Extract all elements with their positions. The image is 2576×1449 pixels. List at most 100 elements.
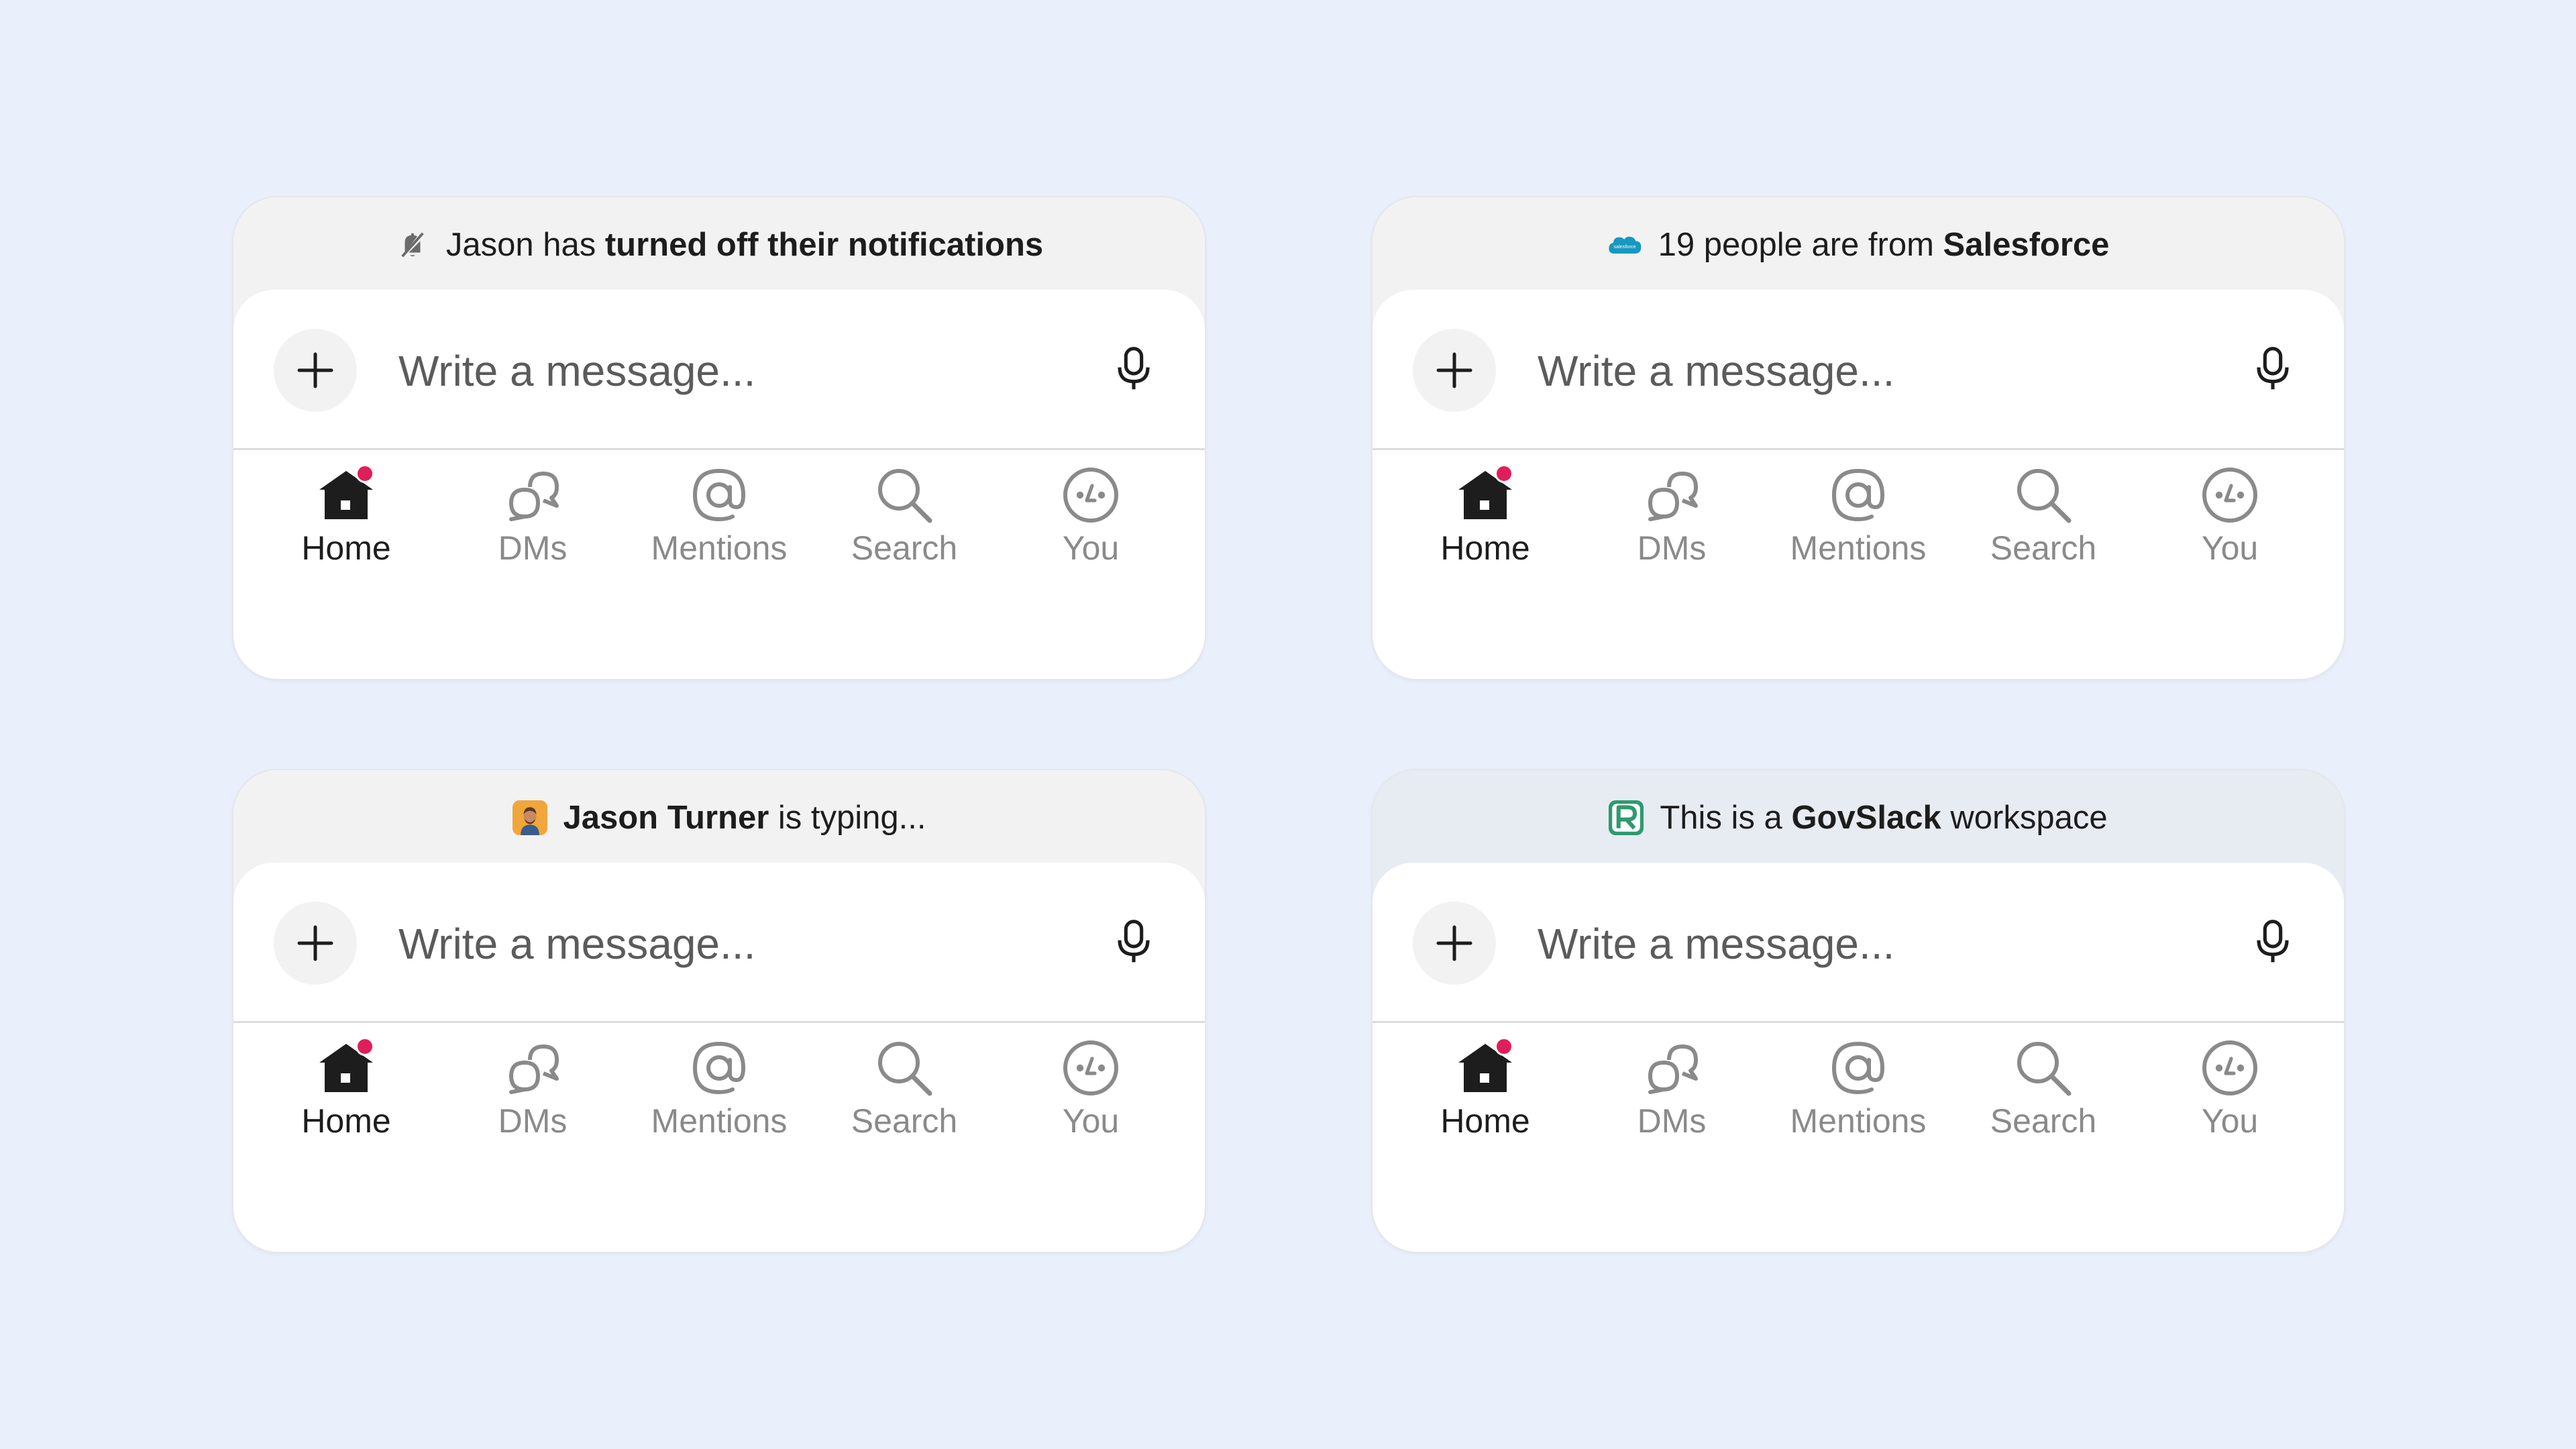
add-attachment-button[interactable]: [1413, 329, 1496, 412]
tab-search[interactable]: Search: [1963, 1030, 2124, 1165]
at-sign-icon: [687, 1036, 751, 1100]
tab-label: Search: [851, 1102, 958, 1140]
search-icon: [872, 463, 936, 527]
at-sign-icon: [1826, 1036, 1890, 1100]
dms-icon: [500, 1036, 565, 1100]
tab-bar: Home DMs Mentions Search You: [233, 458, 1205, 592]
tab-label: Search: [1990, 529, 2097, 567]
tab-mentions[interactable]: Mentions: [639, 458, 800, 592]
microphone-button[interactable]: [2246, 915, 2300, 969]
tab-you[interactable]: You: [1010, 458, 1171, 592]
tab-search[interactable]: Search: [1963, 458, 2124, 592]
banner-text-pre: This is a: [1660, 800, 1792, 836]
message-input[interactable]: [398, 341, 935, 401]
tab-label: Home: [301, 529, 391, 567]
message-input[interactable]: [1538, 341, 2074, 401]
composer-card-notifications-off: Jason has turned off their notifications…: [232, 196, 1206, 680]
tab-label: Home: [1440, 1102, 1530, 1140]
banner-text-pre: 19 people are from: [1658, 227, 1943, 263]
tab-you[interactable]: You: [1010, 1030, 1171, 1165]
home-icon: [1453, 463, 1517, 527]
tab-home[interactable]: Home: [1405, 1030, 1566, 1165]
composer-card-salesforce: salesforce 19 people are from Salesforce…: [1371, 196, 2345, 680]
notification-badge: [356, 1037, 374, 1056]
tab-label: DMs: [1637, 1102, 1707, 1140]
tab-dms[interactable]: DMs: [1591, 1030, 1752, 1165]
composer-card-govslack: This is a GovSlack workspace Home DMs Me…: [1371, 769, 2345, 1253]
tab-dms[interactable]: DMs: [1591, 458, 1752, 592]
plus-icon: [1436, 352, 1472, 388]
tab-you[interactable]: You: [2149, 458, 2310, 592]
tab-dms[interactable]: DMs: [452, 1030, 613, 1165]
notifications-off-icon: [395, 227, 430, 262]
microphone-icon: [1118, 920, 1150, 963]
banner-text-post: is typing...: [769, 800, 926, 836]
add-attachment-button[interactable]: [274, 329, 357, 412]
microphone-button[interactable]: [2246, 342, 2300, 396]
tab-label: DMs: [498, 529, 568, 567]
you-face-icon: [2198, 463, 2262, 527]
home-icon: [314, 1036, 378, 1100]
tab-home[interactable]: Home: [1405, 458, 1566, 592]
message-composer: Home DMs Mentions Search You: [233, 863, 1205, 1212]
user-avatar-icon: [512, 800, 547, 835]
divider: [233, 448, 1205, 450]
you-face-icon: [1059, 463, 1123, 527]
tab-mentions[interactable]: Mentions: [1778, 1030, 1939, 1165]
divider: [1373, 448, 2344, 450]
banner-text-bold: GovSlack: [1791, 800, 1941, 836]
search-icon: [2011, 463, 2076, 527]
message-input[interactable]: [398, 914, 935, 974]
plus-icon: [1436, 925, 1472, 961]
tab-label: Search: [851, 529, 958, 567]
tab-mentions[interactable]: Mentions: [1778, 458, 1939, 592]
add-attachment-button[interactable]: [274, 902, 357, 985]
tab-home[interactable]: Home: [266, 1030, 427, 1165]
tab-label: You: [2201, 1102, 2259, 1140]
tab-label: Mentions: [651, 1102, 788, 1140]
banner-text-pre: Jason has: [445, 227, 605, 263]
banner-text-bold: turned off their notifications: [604, 227, 1044, 263]
svg-text:salesforce: salesforce: [1613, 244, 1635, 250]
at-sign-icon: [1826, 463, 1890, 527]
tab-label: Mentions: [651, 529, 788, 567]
add-attachment-button[interactable]: [1413, 902, 1496, 985]
salesforce-logo-icon: salesforce: [1607, 227, 1642, 262]
tab-label: You: [1062, 1102, 1120, 1140]
dms-icon: [1640, 1036, 1704, 1100]
tab-label: DMs: [498, 1102, 568, 1140]
microphone-button[interactable]: [1107, 915, 1161, 969]
tab-label: Mentions: [1790, 529, 1927, 567]
message-composer: Home DMs Mentions Search You: [1373, 863, 2344, 1212]
tab-search[interactable]: Search: [824, 458, 985, 592]
you-face-icon: [2198, 1036, 2262, 1100]
tab-dms[interactable]: DMs: [452, 458, 613, 592]
microphone-button[interactable]: [1107, 342, 1161, 396]
home-icon: [1453, 1036, 1517, 1100]
at-sign-icon: [687, 463, 751, 527]
message-composer: Home DMs Mentions Search You: [1373, 290, 2344, 639]
microphone-icon: [2257, 347, 2289, 390]
tab-label: Search: [1990, 1102, 2097, 1140]
tab-mentions[interactable]: Mentions: [639, 1030, 800, 1165]
search-icon: [872, 1036, 936, 1100]
tab-bar: Home DMs Mentions Search You: [233, 1030, 1205, 1165]
tab-bar: Home DMs Mentions Search You: [1373, 1030, 2344, 1165]
notification-badge: [1495, 1037, 1513, 1056]
message-input[interactable]: [1538, 914, 2074, 974]
tab-search[interactable]: Search: [824, 1030, 985, 1165]
tab-you[interactable]: You: [2149, 1030, 2310, 1165]
tab-bar: Home DMs Mentions Search You: [1373, 458, 2344, 592]
microphone-icon: [2257, 920, 2289, 963]
message-composer: Home DMs Mentions Search You: [233, 290, 1205, 639]
banner-text-bold: Salesforce: [1943, 227, 2110, 263]
tab-label: DMs: [1637, 529, 1707, 567]
you-face-icon: [1059, 1036, 1123, 1100]
tab-label: You: [1062, 529, 1120, 567]
tab-label: You: [2201, 529, 2259, 567]
banner-text-post: workspace: [1941, 800, 2108, 836]
dms-icon: [500, 463, 565, 527]
search-icon: [2011, 1036, 2076, 1100]
tab-label: Mentions: [1790, 1102, 1927, 1140]
tab-home[interactable]: Home: [266, 458, 427, 592]
